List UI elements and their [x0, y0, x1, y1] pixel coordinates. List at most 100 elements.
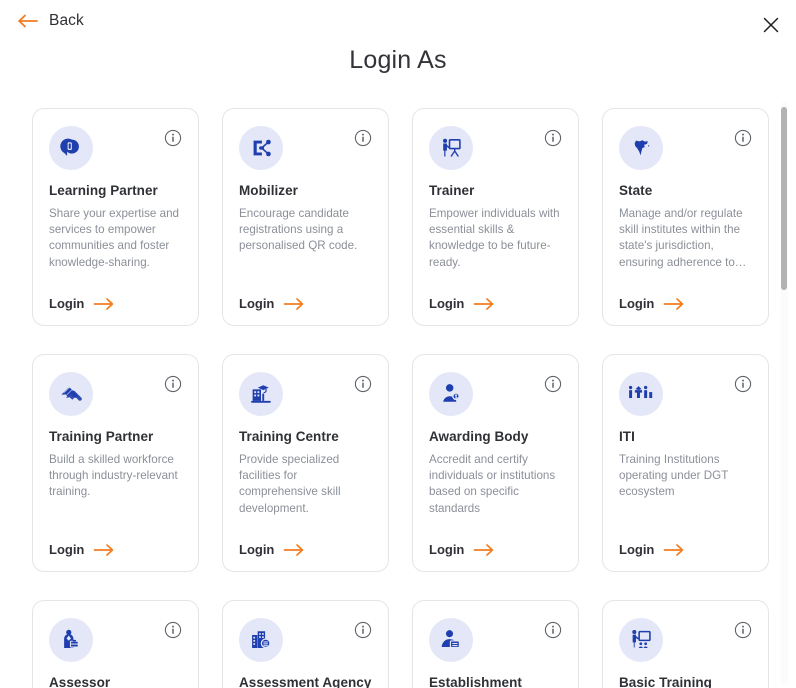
arrow-right-icon	[93, 543, 115, 557]
card-title: Assessment Agency	[239, 675, 372, 688]
login-as-page: Back Login As Learning Partner Share you…	[0, 0, 796, 688]
role-card-grid: Learning Partner Share your expertise an…	[32, 108, 769, 688]
establishment-person-card-icon	[429, 618, 473, 662]
arrow-right-icon	[663, 297, 685, 311]
info-icon[interactable]	[734, 129, 752, 147]
card-header	[239, 618, 372, 666]
login-button[interactable]: Login	[429, 542, 495, 557]
back-button[interactable]: Back	[17, 12, 84, 30]
role-card-trainer[interactable]: Trainer Empower individuals with essenti…	[412, 108, 579, 326]
card-header	[49, 126, 182, 174]
role-card-mobilizer[interactable]: Mobilizer Encourage candidate registrati…	[222, 108, 389, 326]
role-card-assessment-agency[interactable]: Assessment Agency Login	[222, 600, 389, 688]
info-icon[interactable]	[734, 621, 752, 639]
card-title: Learning Partner	[49, 183, 158, 198]
card-title: ITI	[619, 429, 635, 444]
mobilizer-share-icon	[239, 126, 283, 170]
card-title: Basic Training	[619, 675, 712, 688]
login-label: Login	[49, 542, 85, 557]
info-icon[interactable]	[164, 129, 182, 147]
card-header	[619, 126, 752, 174]
card-header	[49, 618, 182, 666]
card-header	[429, 372, 562, 420]
handshake-icon	[49, 372, 93, 416]
role-card-awarding-body[interactable]: Awarding Body Accredit and certify indiv…	[412, 354, 579, 572]
close-button[interactable]	[760, 14, 782, 36]
assessor-person-briefcase-icon	[49, 618, 93, 662]
card-description: Share your expertise and services to emp…	[49, 207, 180, 269]
login-button[interactable]: Login	[619, 542, 685, 557]
arrow-right-icon	[93, 297, 115, 311]
learning-partner-icon	[49, 126, 93, 170]
basic-training-classroom-icon	[619, 618, 663, 662]
role-card-training-partner[interactable]: Training Partner Build a skilled workfor…	[32, 354, 199, 572]
role-card-assessor[interactable]: Assessor Login	[32, 600, 199, 688]
info-icon[interactable]	[164, 621, 182, 639]
card-title: Training Centre	[239, 429, 339, 444]
role-card-training-centre[interactable]: Training Centre Provide specialized faci…	[222, 354, 389, 572]
card-title: State	[619, 183, 653, 198]
card-header	[619, 618, 752, 666]
page-title: Login As	[349, 46, 447, 74]
card-title: Trainer	[429, 183, 475, 198]
card-header	[619, 372, 752, 420]
card-description: Accredit and certify individuals or inst…	[429, 453, 556, 515]
info-icon[interactable]	[544, 129, 562, 147]
card-description: Encourage candidate registrations using …	[239, 207, 358, 253]
card-header	[239, 372, 372, 420]
info-icon[interactable]	[164, 375, 182, 393]
login-button[interactable]: Login	[239, 296, 305, 311]
arrow-right-icon	[283, 297, 305, 311]
role-card-learning-partner[interactable]: Learning Partner Share your expertise an…	[32, 108, 199, 326]
info-icon[interactable]	[544, 621, 562, 639]
agency-building-icon	[239, 618, 283, 662]
login-label: Login	[239, 542, 275, 557]
role-card-state[interactable]: State Manage and/or regulate skill insti…	[602, 108, 769, 326]
card-description: Manage and/or regulate skill institutes …	[619, 207, 747, 269]
info-icon[interactable]	[354, 375, 372, 393]
card-title: Assessor	[49, 675, 111, 688]
login-label: Login	[239, 296, 275, 311]
iti-text-icon	[619, 372, 663, 416]
login-button[interactable]: Login	[239, 542, 305, 557]
card-description: Training Institutions operating under DG…	[619, 453, 729, 499]
info-icon[interactable]	[544, 375, 562, 393]
login-label: Login	[49, 296, 85, 311]
login-label: Login	[429, 296, 465, 311]
info-icon[interactable]	[354, 621, 372, 639]
login-button[interactable]: Login	[429, 296, 495, 311]
login-button[interactable]: Login	[49, 296, 115, 311]
login-button[interactable]: Login	[619, 296, 685, 311]
card-title: Awarding Body	[429, 429, 529, 444]
top-bar: Back	[0, 0, 796, 46]
card-header	[239, 126, 372, 174]
cards-scroll-area: Learning Partner Share your expertise an…	[0, 100, 796, 688]
login-label: Login	[429, 542, 465, 557]
arrow-right-icon	[473, 297, 495, 311]
login-label: Login	[619, 542, 655, 557]
info-icon[interactable]	[354, 129, 372, 147]
back-label: Back	[49, 12, 84, 29]
card-description: Provide specialized facilities for compr…	[239, 453, 341, 515]
arrow-right-icon	[663, 543, 685, 557]
close-icon	[761, 15, 781, 35]
scrollbar-thumb[interactable]	[781, 107, 787, 290]
card-title: Training Partner	[49, 429, 154, 444]
card-title: Establishment	[429, 675, 522, 688]
card-description: Empower individuals with essential skill…	[429, 207, 560, 269]
arrow-right-icon	[283, 543, 305, 557]
login-label: Login	[619, 296, 655, 311]
card-description: Build a skilled workforce through indust…	[49, 453, 178, 499]
login-button[interactable]: Login	[49, 542, 115, 557]
card-header	[429, 618, 562, 666]
info-icon[interactable]	[734, 375, 752, 393]
person-key-icon	[429, 372, 473, 416]
card-header	[429, 126, 562, 174]
card-header	[49, 372, 182, 420]
arrow-left-icon	[17, 13, 39, 29]
training-centre-building-icon	[239, 372, 283, 416]
role-card-iti[interactable]: ITI Training Institutions operating unde…	[602, 354, 769, 572]
role-card-establishment[interactable]: Establishment Login	[412, 600, 579, 688]
trainer-presenter-icon	[429, 126, 473, 170]
role-card-basic-training[interactable]: Basic Training Login	[602, 600, 769, 688]
